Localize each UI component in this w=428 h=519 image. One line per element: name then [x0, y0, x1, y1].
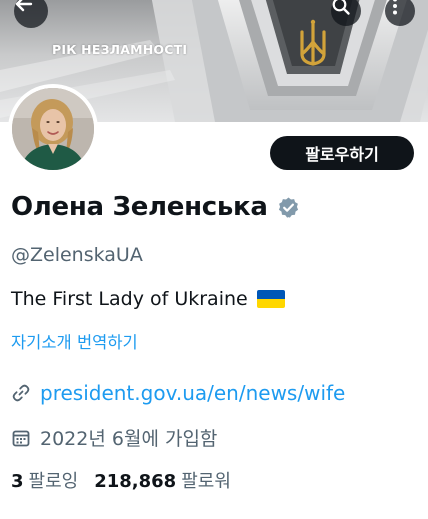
website-row: president.gov.ua/en/news/wife	[11, 381, 345, 405]
joined-date: 2022년 6월에 가입함	[40, 428, 218, 450]
banner-caption: РІК НЕЗЛАМНОСТІ	[52, 42, 188, 57]
display-name: Олена Зеленська	[11, 192, 268, 222]
follow-stats: 3 팔로잉 218,868 팔로워	[11, 467, 231, 493]
calendar-icon	[12, 430, 30, 446]
profile-bio: The First Lady of Ukraine	[11, 288, 285, 310]
more-vertical-icon	[393, 0, 397, 15]
arrow-left-icon	[15, 0, 33, 12]
ukraine-flag-emoji	[256, 290, 285, 308]
website-link[interactable]: president.gov.ua/en/news/wife	[40, 381, 345, 405]
translate-bio-link[interactable]: 자기소개 번역하기	[11, 329, 138, 353]
avatar-photo	[12, 88, 94, 170]
followers-link[interactable]: 218,868 팔로워	[94, 467, 231, 493]
followers-count: 218,868	[94, 471, 177, 492]
follow-button[interactable]: 팔로우하기	[270, 136, 414, 170]
search-icon	[332, 0, 350, 15]
verified-badge-icon[interactable]	[277, 196, 300, 219]
name-row: Олена Зеленська	[11, 192, 300, 222]
followers-label: 팔로워	[181, 471, 231, 492]
joined-row: 2022년 6월에 가입함	[11, 424, 217, 451]
link-icon	[12, 384, 30, 402]
following-link[interactable]: 3 팔로잉	[11, 467, 78, 493]
bio-text: The First Lady of Ukraine	[11, 288, 248, 310]
following-count: 3	[11, 471, 24, 492]
profile-avatar[interactable]	[8, 84, 98, 174]
user-handle: @ZelenskaUA	[11, 244, 143, 266]
following-label: 팔로잉	[28, 471, 79, 492]
